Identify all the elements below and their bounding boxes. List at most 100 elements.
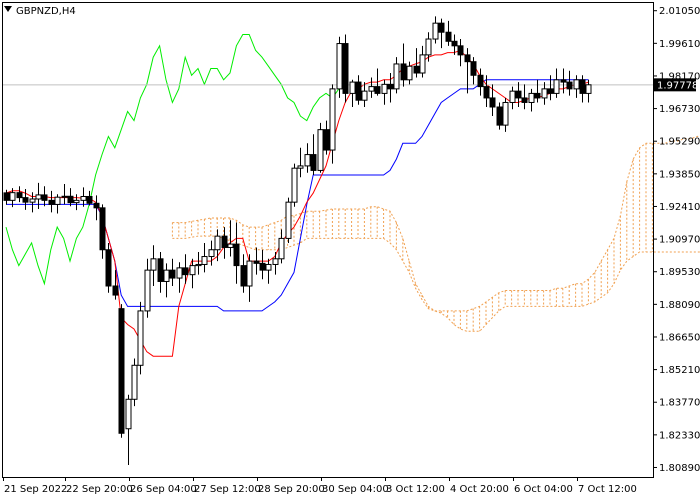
x-tick-label: 30 Sep 04:00 <box>322 484 389 495</box>
candle-body-bearish <box>374 86 381 94</box>
candle-body-bearish <box>451 40 458 47</box>
candle-body-bearish <box>99 207 106 251</box>
x-tick-label: 26 Sep 04:00 <box>130 484 197 495</box>
candle-body-bearish <box>560 79 567 83</box>
candle-body-bearish <box>323 129 330 151</box>
candle <box>342 34 349 103</box>
candle-body-bearish <box>534 92 541 99</box>
candle-body-bullish <box>176 267 183 279</box>
chart: 2.010501.996101.981701.967301.952901.938… <box>0 0 700 500</box>
candle-body-bearish <box>16 192 23 199</box>
candle-body-bearish <box>566 81 573 90</box>
candle-body-bullish <box>317 129 324 171</box>
candle-body-bullish <box>585 84 592 94</box>
candle-body-bearish <box>259 262 266 271</box>
candle-body-bullish <box>137 310 144 366</box>
y-tick-label: 1.90970 <box>659 235 700 246</box>
y-tick-label: 1.93850 <box>659 169 700 180</box>
y-tick-label: 1.83770 <box>659 398 700 409</box>
y-tick-label: 1.80890 <box>659 463 700 474</box>
candle-body-bullish <box>361 90 368 101</box>
candle-body-bearish <box>157 258 164 282</box>
y-tick-label: 1.92410 <box>659 202 700 213</box>
candle-body-bearish <box>477 74 484 88</box>
x-tick-label: 3 Oct 12:00 <box>386 484 445 495</box>
candle-body-bearish <box>112 285 119 296</box>
candle-body-bullish <box>381 83 388 94</box>
candle <box>285 197 292 243</box>
candle-body-bullish <box>35 194 42 200</box>
candle <box>317 122 324 173</box>
candle-body-bullish <box>432 22 439 40</box>
candle-body-bullish <box>553 79 560 94</box>
candle-body-bearish <box>489 97 496 108</box>
candle-body-bearish <box>41 194 48 201</box>
candle-body-bearish <box>22 197 29 203</box>
candle-body-bearish <box>240 265 247 287</box>
candle-body-bearish <box>579 79 586 94</box>
candle-body-bearish <box>48 199 55 205</box>
candle-body-bullish <box>61 195 68 198</box>
candle-body-bullish <box>502 101 509 126</box>
candle-body-bullish <box>329 88 336 151</box>
candle-body-bullish <box>246 260 253 287</box>
candle <box>105 242 112 293</box>
candle-body-bullish <box>425 38 432 56</box>
candle <box>118 304 125 438</box>
candle-body-bearish <box>67 195 74 204</box>
candle-body-bullish <box>150 258 157 271</box>
price-axis: 2.010501.996101.981701.967301.952901.938… <box>653 6 700 474</box>
current-price-marker: 1.97778 <box>654 78 698 92</box>
candle-body-bearish <box>496 106 503 126</box>
candle-body-bullish <box>195 263 202 267</box>
candle-body-bearish <box>169 269 176 279</box>
candle-body-bearish <box>93 202 100 209</box>
candle-body-bullish <box>304 154 311 167</box>
candle-body-bearish <box>470 61 477 76</box>
candle-body-bullish <box>9 192 16 201</box>
y-tick-label: 1.89530 <box>659 267 700 278</box>
y-tick-label: 1.86650 <box>659 332 700 343</box>
candle-body-bullish <box>201 256 208 265</box>
candle-body-bullish <box>349 81 356 94</box>
candle-body-bearish <box>253 260 260 264</box>
candle-body-bullish <box>278 237 285 260</box>
candle-body-bearish <box>105 249 112 287</box>
candle-body-bullish <box>272 258 279 265</box>
y-tick-label: 1.95290 <box>659 137 700 148</box>
candle-body-bearish <box>86 195 93 204</box>
y-tick-label: 1.96730 <box>659 104 700 115</box>
candle-body-bullish <box>509 90 516 103</box>
candle-body-bullish <box>54 196 61 205</box>
candle-body-bullish <box>541 88 548 99</box>
candle-body-bullish <box>214 235 221 251</box>
candle-body-bearish <box>483 86 490 99</box>
candle <box>336 36 343 98</box>
candle-body-bullish <box>189 265 196 276</box>
candle-body-bearish <box>438 22 445 33</box>
candle-body-bullish <box>291 167 298 203</box>
candle-body-bearish <box>355 81 362 101</box>
x-tick-label: 4 Oct 20:00 <box>450 484 509 495</box>
candle <box>137 301 144 375</box>
candle-body-bullish <box>406 65 413 81</box>
candle-body-bearish <box>445 31 452 42</box>
candle-body-bearish <box>457 45 464 56</box>
candle-body-bullish <box>227 243 234 248</box>
candle-body-bullish <box>419 54 426 74</box>
candle-body-bullish <box>573 79 580 90</box>
candle-body-bullish <box>144 269 151 312</box>
candle-body-bullish <box>265 263 272 271</box>
candle-body-bullish <box>393 63 400 90</box>
candle-body-bearish <box>464 54 471 63</box>
candle-body-bullish <box>73 199 80 204</box>
current-price-label: 1.97778 <box>657 80 698 91</box>
candle-body-bearish <box>342 43 349 94</box>
candle-body-bearish <box>118 308 125 434</box>
candle-body-bearish <box>182 267 189 276</box>
y-tick-label: 2.01050 <box>659 6 700 17</box>
candle-body-bullish <box>208 249 215 258</box>
candle-body-bearish <box>521 97 528 103</box>
candle-body-bullish <box>285 201 292 239</box>
candle-body-bearish <box>233 243 240 267</box>
